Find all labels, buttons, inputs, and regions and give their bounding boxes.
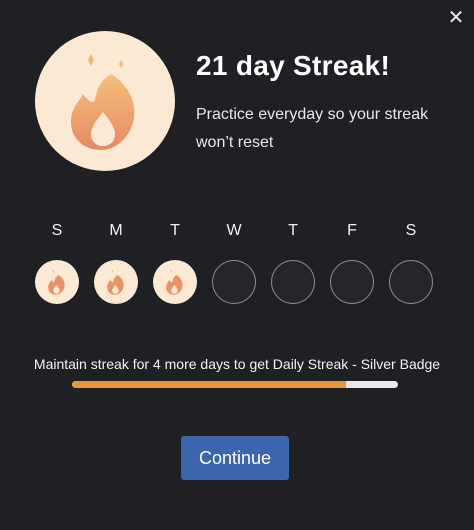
close-icon[interactable]: ✕ [444,6,468,30]
flame-icon [107,269,124,295]
continue-button[interactable]: Continue [181,436,289,480]
day-letter: F [347,222,357,239]
day-saturday: S [389,222,433,304]
day-letter: W [226,222,242,239]
day-monday: M [94,222,138,304]
flame-icon [71,54,135,150]
day-completed-badge [94,260,138,304]
streak-subtitle: Practice everyday so your streak won’t r… [196,106,429,151]
day-empty-circle [271,260,315,304]
day-completed-badge [35,260,79,304]
day-thursday: T [271,222,315,304]
day-empty-circle [389,260,433,304]
streak-title: 21 day Streak! [196,50,391,81]
day-wednesday: W [212,222,256,304]
day-letter: S [51,222,63,239]
day-letter: T [288,222,298,239]
day-tuesday: T [153,222,197,304]
day-friday: F [330,222,374,304]
week-tracker: S M T W T F S [35,222,435,306]
streak-badge [35,31,175,171]
day-sunday: S [35,222,79,304]
day-letter: T [170,222,180,239]
flame-icon [166,269,183,295]
progress-bar-fill [72,381,346,388]
progress-bar [72,381,398,388]
day-empty-circle [330,260,374,304]
streak-dialog: ✕ 21 day Streak! Practice everyday so yo… [0,0,474,530]
day-letter: M [109,222,123,239]
day-empty-circle [212,260,256,304]
flame-icon [48,269,65,295]
day-letter: S [405,222,417,239]
day-completed-badge [153,260,197,304]
progress-label: Maintain streak for 4 more days to get D… [33,356,441,372]
